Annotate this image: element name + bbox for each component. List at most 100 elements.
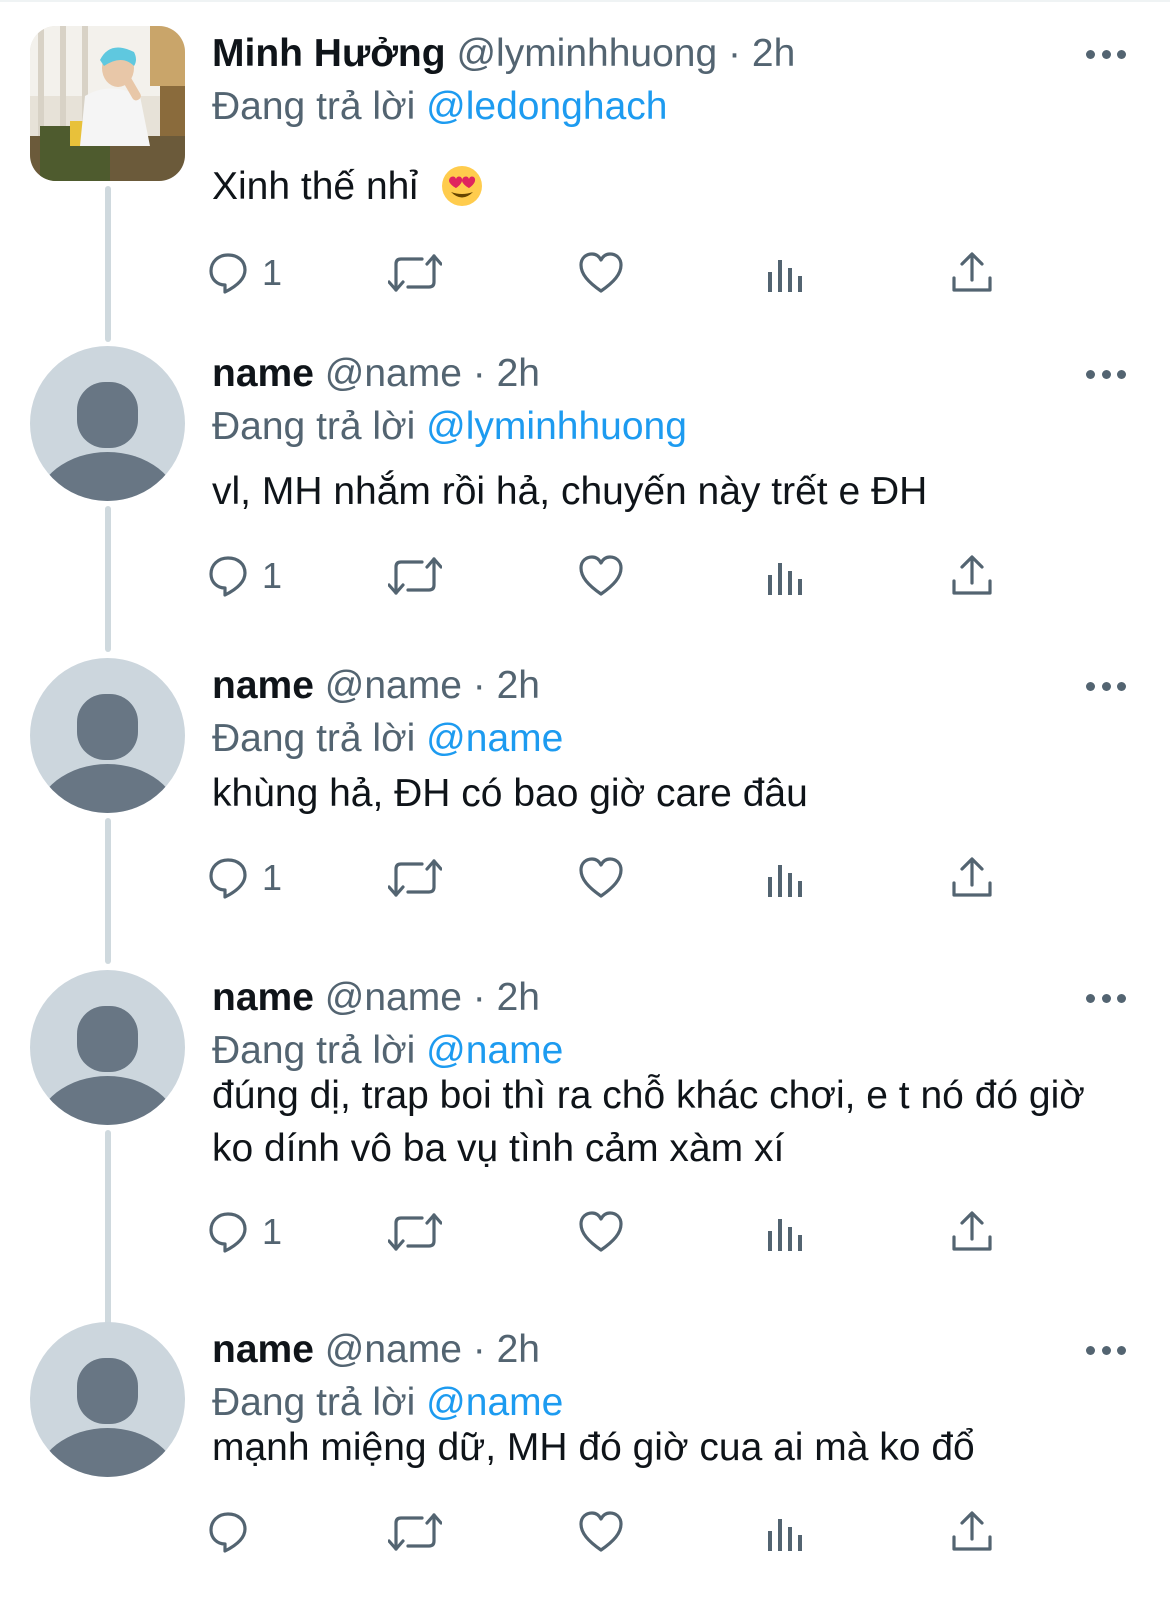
more-icon[interactable] [1086, 674, 1126, 698]
share-button[interactable] [950, 243, 994, 303]
views-button[interactable] [766, 546, 806, 606]
timestamp[interactable]: 2h [497, 976, 540, 1019]
reply-button[interactable]: 1 [206, 848, 282, 908]
avatar[interactable] [30, 970, 185, 1125]
avatar[interactable] [30, 658, 185, 813]
tweet[interactable]: name @name · 2h Đang trả lời @name khùng… [0, 632, 1170, 964]
views-icon [768, 260, 802, 292]
mention-link[interactable]: @name [426, 1029, 563, 1072]
more-icon[interactable] [1086, 362, 1126, 386]
user-handle[interactable]: @name [325, 976, 462, 1019]
reply-button[interactable]: 1 [206, 546, 282, 606]
reply-button[interactable]: 1 [206, 1202, 282, 1262]
share-button[interactable] [950, 1502, 994, 1562]
mention-link[interactable]: @name [426, 1381, 563, 1424]
views-button[interactable] [766, 848, 806, 908]
reply-count: 1 [262, 1211, 283, 1252]
mention-link[interactable]: @lyminhhuong [426, 405, 687, 448]
retweet-button[interactable] [388, 848, 442, 908]
replying-to: Đang trả lời @lyminhhuong [212, 400, 687, 454]
like-icon [579, 1511, 623, 1552]
like-button[interactable] [578, 243, 624, 303]
more-icon[interactable] [1086, 986, 1126, 1010]
like-button[interactable] [578, 1202, 624, 1262]
more-icon[interactable] [1086, 42, 1126, 66]
mention-link[interactable]: @name [426, 717, 563, 760]
views-button[interactable] [766, 1202, 806, 1262]
retweet-icon [388, 1213, 442, 1251]
timestamp[interactable]: 2h [497, 664, 540, 707]
display-name[interactable]: name [212, 976, 314, 1019]
reply-icon [209, 556, 247, 597]
retweet-icon [388, 859, 442, 897]
replying-to-label: Đang trả lời [212, 1029, 416, 1072]
share-button[interactable] [950, 848, 994, 908]
tweet-header: name @name · 2h [212, 346, 540, 404]
separator-dot: · [472, 352, 486, 395]
like-icon [579, 252, 623, 293]
tweet-text: khùng hả, ĐH có bao giờ care đâu [212, 772, 808, 815]
retweet-icon [388, 1513, 442, 1551]
tweet-text: đúng dị, trap boi thì ra chỗ khác chơi, … [212, 1074, 1085, 1170]
retweet-button[interactable] [388, 1502, 442, 1562]
tweet-header: Minh Hưởng @lyminhhuong · 2h [212, 26, 795, 84]
reply-button[interactable]: 1 [206, 243, 282, 303]
display-name[interactable]: Minh Hưởng [212, 32, 446, 75]
separator-dot: · [472, 1328, 486, 1371]
display-name[interactable]: name [212, 664, 314, 707]
reply-icon [209, 1512, 247, 1553]
tweet[interactable]: Minh Hưởng @lyminhhuong · 2h Đang trả lờ… [0, 0, 1170, 342]
timestamp[interactable]: 2h [752, 32, 795, 75]
reply-count: 1 [262, 857, 283, 898]
avatar[interactable] [30, 1322, 185, 1477]
user-handle[interactable]: @lyminhhuong [456, 32, 717, 75]
separator-dot: · [472, 664, 486, 707]
share-icon [952, 555, 992, 595]
views-button[interactable] [766, 243, 806, 303]
timestamp[interactable]: 2h [497, 1328, 540, 1371]
user-handle[interactable]: @name [325, 664, 462, 707]
separator-dot: · [728, 32, 742, 75]
mention-link[interactable]: @ledonghach [426, 85, 667, 128]
separator-dot: · [472, 976, 486, 1019]
like-button[interactable] [578, 1502, 624, 1562]
views-button[interactable] [766, 1502, 806, 1562]
share-button[interactable] [950, 546, 994, 606]
like-icon [579, 1211, 623, 1252]
views-icon [768, 563, 802, 595]
replying-to-label: Đang trả lời [212, 717, 416, 760]
avatar[interactable] [30, 346, 185, 501]
replying-to-label: Đang trả lời [212, 85, 416, 128]
tweet[interactable]: name @name · 2h Đang trả lời @name đúng … [0, 944, 1170, 1330]
tweet-actions: 1 [0, 546, 1170, 606]
retweet-icon [388, 254, 442, 292]
reply-button[interactable] [206, 1502, 262, 1562]
tweet-actions [0, 1502, 1170, 1562]
reply-icon [209, 858, 247, 899]
tweet-text: mạnh miệng dữ, MH đó giờ cua ai mà ko đổ [212, 1426, 975, 1469]
replying-to-label: Đang trả lời [212, 405, 416, 448]
like-button[interactable] [578, 546, 624, 606]
tweet-text: Xinh thế nhỉ [212, 160, 1092, 213]
like-icon [579, 857, 623, 898]
replying-to: Đang trả lời @ledonghach [212, 80, 667, 134]
tweet[interactable]: name @name · 2h Đang trả lời @lyminhhuon… [0, 320, 1170, 652]
share-icon [952, 857, 992, 897]
replying-to: Đang trả lời @name [212, 712, 563, 766]
user-handle[interactable]: @name [325, 352, 462, 395]
retweet-button[interactable] [388, 1202, 442, 1262]
share-button[interactable] [950, 1202, 994, 1262]
display-name[interactable]: name [212, 352, 314, 395]
more-icon[interactable] [1086, 1338, 1126, 1362]
display-name[interactable]: name [212, 1328, 314, 1371]
retweet-button[interactable] [388, 243, 442, 303]
tweet[interactable]: name @name · 2h Đang trả lời @name mạnh … [0, 1296, 1170, 1608]
avatar[interactable] [30, 26, 185, 181]
views-icon [768, 1219, 802, 1251]
timestamp[interactable]: 2h [497, 352, 540, 395]
reply-count: 1 [262, 252, 283, 293]
like-icon [579, 555, 623, 596]
user-handle[interactable]: @name [325, 1328, 462, 1371]
retweet-button[interactable] [388, 546, 442, 606]
like-button[interactable] [578, 848, 624, 908]
